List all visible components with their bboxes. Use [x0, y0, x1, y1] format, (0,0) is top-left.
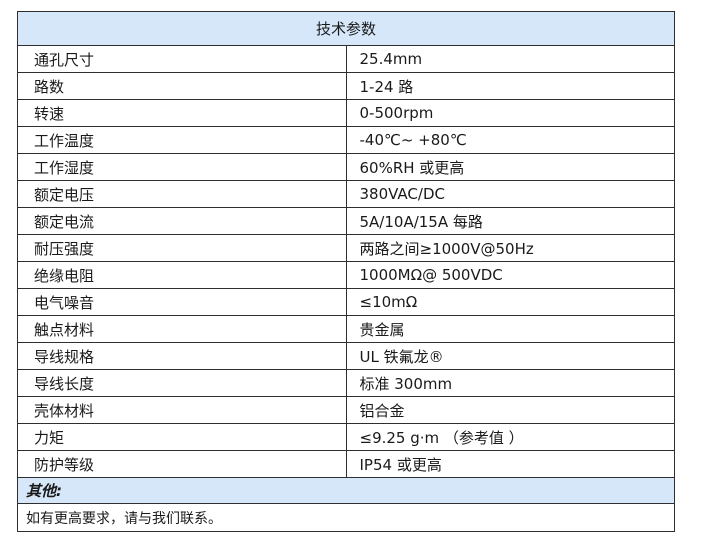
table-row: 导线规格 UL 铁氟龙®: [17, 342, 675, 370]
table-row: 耐压强度 两路之间≥1000V@50Hz: [17, 234, 675, 262]
param-value: -40℃~ +80℃: [345, 126, 675, 154]
param-name: 导线规格: [17, 342, 347, 370]
table-row: 触点材料 贵金属: [17, 315, 675, 343]
table-row: 力矩 ≤9.25 g·m （参考值 ）: [17, 423, 675, 451]
param-value: UL 铁氟龙®: [345, 342, 675, 370]
table-row: 通孔尺寸 25.4mm: [17, 45, 675, 73]
param-name: 额定电流: [17, 207, 347, 235]
table-row: 路数 1-24 路: [17, 72, 675, 100]
table-row: 防护等级 IP54 或更高: [17, 450, 675, 478]
param-name: 触点材料: [17, 315, 347, 343]
param-value: 1-24 路: [345, 72, 675, 100]
param-value: 380VAC/DC: [345, 180, 675, 208]
table-row: 额定电流 5A/10A/15A 每路: [17, 207, 675, 235]
param-name: 绝缘电阻: [17, 261, 347, 289]
param-name: 路数: [17, 72, 347, 100]
param-value: 25.4mm: [345, 45, 675, 73]
param-value: ≤9.25 g·m （参考值 ）: [345, 423, 675, 451]
param-name: 额定电压: [17, 180, 347, 208]
param-value: IP54 或更高: [345, 450, 675, 478]
table-row: 额定电压 380VAC/DC: [17, 180, 675, 208]
param-value: 5A/10A/15A 每路: [345, 207, 675, 235]
other-row: 其他:: [17, 477, 675, 504]
note-row: 如有更高要求，请与我们联系。: [17, 503, 675, 532]
param-name: 转速: [17, 99, 347, 127]
title-row: 技术参数: [17, 11, 675, 46]
param-name: 力矩: [17, 423, 347, 451]
param-value: 两路之间≥1000V@50Hz: [345, 234, 675, 262]
param-name: 壳体材料: [17, 396, 347, 424]
table-row: 导线长度 标准 300mm: [17, 369, 675, 397]
param-value: 贵金属: [345, 315, 675, 343]
param-name: 防护等级: [17, 450, 347, 478]
param-value: 标准 300mm: [345, 369, 675, 397]
other-label: 其他:: [17, 477, 675, 504]
param-value: 1000MΩ@ 500VDC: [345, 261, 675, 289]
param-value: 60%RH 或更高: [345, 153, 675, 181]
table-row: 电气噪音 ≤10mΩ: [17, 288, 675, 316]
contact-note: 如有更高要求，请与我们联系。: [17, 503, 675, 532]
param-name: 导线长度: [17, 369, 347, 397]
table-row: 工作湿度 60%RH 或更高: [17, 153, 675, 181]
param-value: 0-500rpm: [345, 99, 675, 127]
table-row: 壳体材料 铝合金: [17, 396, 675, 424]
table-row: 工作温度 -40℃~ +80℃: [17, 126, 675, 154]
param-name: 通孔尺寸: [17, 45, 347, 73]
table-row: 转速 0-500rpm: [17, 99, 675, 127]
spec-table-body: 技术参数 通孔尺寸 25.4mm 路数 1-24 路 转速 0-500rpm 工…: [17, 11, 675, 532]
table-row: 绝缘电阻 1000MΩ@ 500VDC: [17, 261, 675, 289]
param-name: 工作湿度: [17, 153, 347, 181]
param-name: 耐压强度: [17, 234, 347, 262]
param-name: 电气噪音: [17, 288, 347, 316]
param-name: 工作温度: [17, 126, 347, 154]
param-value: 铝合金: [345, 396, 675, 424]
table-title: 技术参数: [17, 11, 675, 46]
spec-table: 技术参数 通孔尺寸 25.4mm 路数 1-24 路 转速 0-500rpm 工…: [17, 11, 675, 532]
param-value: ≤10mΩ: [345, 288, 675, 316]
